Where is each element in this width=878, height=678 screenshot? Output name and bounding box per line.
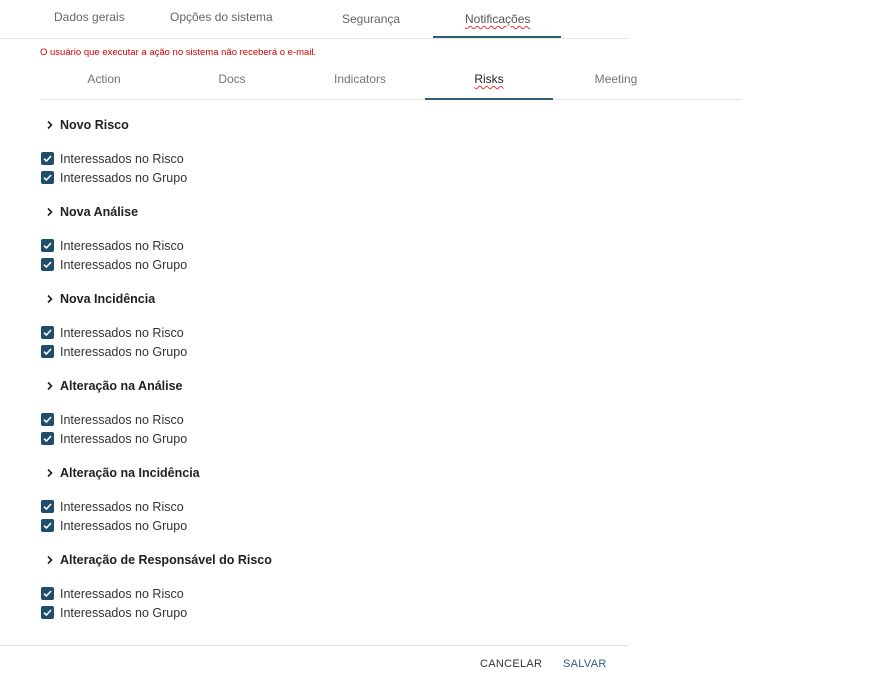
section-header[interactable]: Novo Risco bbox=[40, 112, 129, 138]
checkbox-interessados-risco[interactable]: Interessados no Risco bbox=[40, 497, 184, 516]
checkbox-label: Interessados no Risco bbox=[60, 325, 184, 340]
checkmark-icon[interactable] bbox=[41, 345, 54, 358]
section-alteracao-responsavel: Alteração de Responsável do Risco Intere… bbox=[40, 547, 640, 634]
checkbox-label: Interessados no Grupo bbox=[60, 257, 188, 272]
tab-seguranca[interactable]: Segurança bbox=[342, 0, 422, 37]
checkbox-interessados-risco[interactable]: Interessados no Risco bbox=[40, 236, 184, 255]
tab-opcoes-do-sistema[interactable]: Opções do sistema bbox=[170, 0, 290, 37]
checkmark-icon[interactable] bbox=[41, 432, 54, 445]
section-header[interactable]: Alteração na Incidência bbox=[40, 460, 200, 486]
section-header[interactable]: Nova Análise bbox=[40, 199, 138, 225]
section-header[interactable]: Nova Incidência bbox=[40, 286, 155, 312]
risk-notification-list: Novo Risco Interessados no Risco Interes… bbox=[40, 112, 640, 634]
subtab-label: Meeting bbox=[594, 72, 638, 86]
checkmark-icon[interactable] bbox=[41, 326, 54, 339]
section-nova-analise: Nova Análise Interessados no Risco Inter… bbox=[40, 199, 640, 286]
tab-dados-gerais[interactable]: Dados gerais bbox=[54, 0, 144, 37]
section-nova-incidencia: Nova Incidência Interessados no Risco In… bbox=[40, 286, 640, 373]
checkbox-label: Interessados no Risco bbox=[60, 238, 184, 253]
checkbox-label: Interessados no Grupo bbox=[60, 344, 188, 359]
chevron-right-icon bbox=[40, 463, 60, 483]
checkmark-icon[interactable] bbox=[41, 258, 54, 271]
subtab-docs[interactable]: Docs bbox=[168, 62, 296, 99]
save-button[interactable]: SALVAR bbox=[563, 658, 607, 670]
checkmark-icon[interactable] bbox=[41, 239, 54, 252]
sub-tab-bar: Action Docs Indicators Risks Meeting bbox=[40, 62, 742, 100]
checkbox-interessados-grupo[interactable]: Interessados no Grupo bbox=[40, 516, 187, 535]
section-title: Alteração na Incidência bbox=[60, 466, 200, 480]
checkmark-icon[interactable] bbox=[41, 519, 54, 532]
checkbox-interessados-risco[interactable]: Interessados no Risco bbox=[40, 410, 184, 429]
section-header[interactable]: Alteração na Análise bbox=[40, 373, 183, 399]
checkbox-interessados-grupo[interactable]: Interessados no Grupo bbox=[40, 342, 187, 361]
section-title: Nova Incidência bbox=[60, 292, 156, 306]
chevron-right-icon bbox=[40, 550, 60, 570]
checkbox-interessados-risco[interactable]: Interessados no Risco bbox=[40, 149, 184, 168]
checkbox-interessados-grupo[interactable]: Interessados no Grupo bbox=[40, 255, 187, 274]
tab-notificacoes[interactable]: Notificações bbox=[433, 0, 561, 38]
dialog-footer: CANCELAR SALVAR bbox=[0, 645, 628, 678]
subtab-label: Docs bbox=[218, 72, 246, 86]
subtab-action[interactable]: Action bbox=[40, 62, 168, 99]
subtab-indicators[interactable]: Indicators bbox=[296, 62, 424, 99]
section-title: Nova Análise bbox=[60, 205, 139, 219]
checkbox-label: Interessados no Risco bbox=[60, 586, 184, 601]
chevron-right-icon bbox=[40, 376, 60, 396]
tab-label: Dados gerais bbox=[54, 10, 125, 24]
subtab-meeting[interactable]: Meeting bbox=[552, 62, 680, 99]
checkmark-icon[interactable] bbox=[41, 500, 54, 513]
notification-settings-dialog: Dados gerais Opções do sistema Segurança… bbox=[0, 0, 878, 678]
tab-label: Opções do sistema bbox=[170, 10, 273, 24]
chevron-right-icon bbox=[40, 289, 60, 309]
section-alteracao-analise: Alteração na Análise Interessados no Ris… bbox=[40, 373, 640, 460]
checkbox-interessados-risco[interactable]: Interessados no Risco bbox=[40, 323, 184, 342]
checkmark-icon[interactable] bbox=[41, 413, 54, 426]
checkbox-interessados-grupo[interactable]: Interessados no Grupo bbox=[40, 168, 187, 187]
subtab-label: Action bbox=[87, 72, 121, 86]
checkmark-icon[interactable] bbox=[41, 171, 54, 184]
section-header[interactable]: Alteração de Responsável do Risco bbox=[40, 547, 272, 573]
checkbox-label: Interessados no Risco bbox=[60, 151, 184, 166]
checkbox-label: Interessados no Grupo bbox=[60, 431, 188, 446]
chevron-right-icon bbox=[40, 115, 60, 135]
checkbox-interessados-risco[interactable]: Interessados no Risco bbox=[40, 584, 184, 603]
section-alteracao-incidencia: Alteração na Incidência Interessados no … bbox=[40, 460, 640, 547]
checkbox-interessados-grupo[interactable]: Interessados no Grupo bbox=[40, 429, 187, 448]
section-title: Alteração de Responsável do Risco bbox=[60, 553, 272, 567]
cancel-button[interactable]: CANCELAR bbox=[480, 658, 542, 670]
section-novo-risco: Novo Risco Interessados no Risco Interes… bbox=[40, 112, 640, 199]
checkbox-label: Interessados no Grupo bbox=[60, 170, 188, 185]
checkmark-icon[interactable] bbox=[41, 152, 54, 165]
warning-message: O usuário que executar a ação no sistema… bbox=[40, 47, 317, 58]
checkbox-label: Interessados no Risco bbox=[60, 499, 184, 514]
checkbox-label: Interessados no Grupo bbox=[60, 605, 188, 620]
top-tab-bar: Dados gerais Opções do sistema Segurança… bbox=[0, 0, 628, 39]
section-title: Novo Risco bbox=[60, 118, 129, 132]
section-title: Alteração na Análise bbox=[60, 379, 183, 393]
tab-label: Notificações bbox=[465, 12, 531, 26]
checkbox-label: Interessados no Risco bbox=[60, 412, 184, 427]
checkbox-label: Interessados no Grupo bbox=[60, 518, 188, 533]
chevron-right-icon bbox=[40, 202, 60, 222]
checkbox-interessados-grupo[interactable]: Interessados no Grupo bbox=[40, 603, 187, 622]
subtab-risks[interactable]: Risks bbox=[425, 62, 553, 100]
tab-label: Segurança bbox=[342, 12, 401, 26]
subtab-label: Risks bbox=[474, 72, 504, 86]
checkmark-icon[interactable] bbox=[41, 587, 54, 600]
checkmark-icon[interactable] bbox=[41, 606, 54, 619]
scroll-clip bbox=[40, 622, 640, 645]
subtab-label: Indicators bbox=[333, 72, 387, 86]
